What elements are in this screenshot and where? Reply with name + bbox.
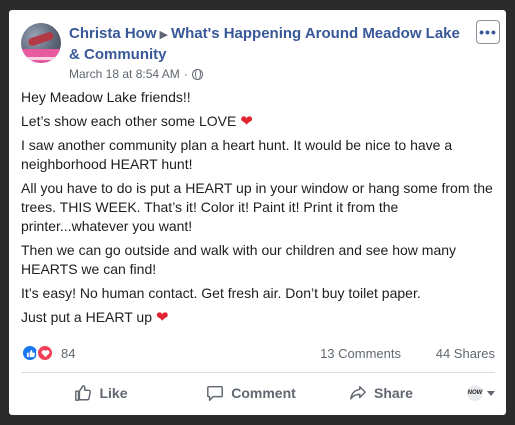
comment-icon	[207, 385, 224, 401]
post-paragraph: All you have to do is put a HEART up in …	[21, 180, 493, 234]
like-button[interactable]: Like	[21, 378, 181, 408]
page-avatar: NOW	[467, 385, 483, 401]
post-paragraph: Hey Meadow Lake friends!!	[21, 89, 191, 105]
comments-count[interactable]: 13 Comments	[320, 346, 401, 361]
like-label: Like	[99, 385, 128, 401]
thumbs-up-icon	[75, 385, 92, 401]
post-stats: 84 13 Comments 44 Shares	[21, 343, 495, 363]
post-header: Christa How ▶ What's Happening Around Mead…	[21, 23, 491, 83]
chevron-down-icon	[487, 390, 495, 396]
arrow-right-icon: ▶	[159, 29, 168, 41]
post-paragraph: It’s easy! No human contact. Get fresh a…	[21, 285, 421, 301]
post-timestamp[interactable]: March 18 at 8:54 AM	[69, 67, 180, 81]
post-actions: Like Comment Share NOW	[21, 378, 495, 408]
author-avatar[interactable]	[21, 23, 61, 63]
more-icon: •••	[479, 24, 497, 40]
share-label: Share	[374, 385, 413, 401]
share-button[interactable]: Share	[321, 378, 441, 408]
heart-emoji-icon: ❤	[155, 309, 169, 326]
author-name[interactable]: Christa How	[69, 25, 157, 42]
post-paragraph: Let’s show each other some LOVE ❤	[21, 113, 253, 130]
divider	[21, 372, 495, 373]
comment-button[interactable]: Comment	[181, 378, 321, 408]
audience-selector[interactable]: NOW	[457, 378, 495, 408]
post-paragraph: Just put a HEART up ❤	[21, 309, 169, 326]
globe-icon[interactable]	[191, 68, 203, 80]
post-paragraph: Then we can go outside and walk with our…	[21, 242, 457, 277]
meta-separator: ·	[183, 67, 188, 81]
post-meta: March 18 at 8:54 AM ·	[69, 67, 203, 81]
post-paragraph: I saw another community plan a heart hun…	[21, 137, 453, 172]
love-icon[interactable]	[36, 344, 54, 362]
share-icon	[350, 385, 366, 400]
post-card: Christa How ▶ What's Happening Around Mead…	[9, 10, 506, 415]
reactions-count[interactable]: 84	[61, 346, 75, 361]
more-options-button[interactable]: •••	[476, 20, 500, 44]
shares-count[interactable]: 44 Shares	[436, 346, 495, 361]
post-title-line: Christa How ▶ What's Happening Around Mead…	[69, 24, 469, 64]
comment-label: Comment	[231, 385, 296, 401]
post-body: Hey Meadow Lake friends!! Let’s show eac…	[21, 88, 499, 332]
heart-emoji-icon: ❤	[240, 113, 253, 130]
